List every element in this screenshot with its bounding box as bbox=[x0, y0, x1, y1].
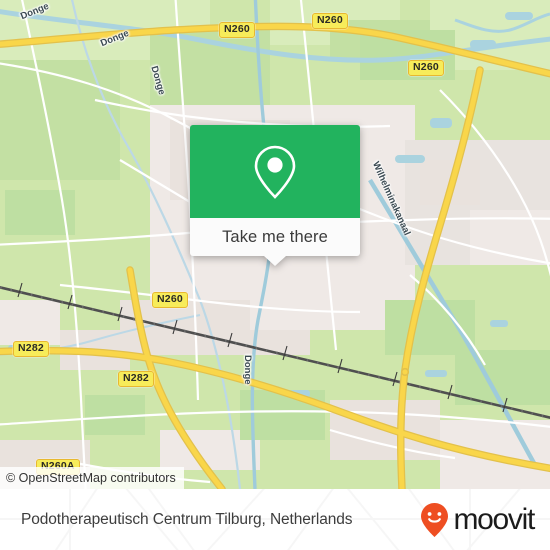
road-shield-n260[interactable]: N260 bbox=[219, 22, 255, 39]
footer-bar: Podotherapeutisch Centrum Tilburg, Nethe… bbox=[0, 489, 550, 550]
road-shield-n260[interactable]: N260 bbox=[312, 13, 348, 30]
moovit-smiley-pin-icon bbox=[421, 502, 449, 537]
attribution-text: © OpenStreetMap contributors bbox=[6, 471, 176, 485]
moovit-logo[interactable]: moovit bbox=[418, 501, 535, 539]
road-shield-n282[interactable]: N282 bbox=[13, 341, 49, 358]
take-me-there-label: Take me there bbox=[222, 227, 328, 246]
place-popup-card[interactable]: Take me there bbox=[190, 125, 360, 266]
map-screenshot: Donge Donge Donge Wilhelminakanaal Donge… bbox=[0, 0, 550, 550]
popup-action-bar[interactable]: Take me there bbox=[190, 218, 360, 256]
road-shield-n260[interactable]: N260 bbox=[152, 292, 188, 309]
map-pin-icon bbox=[254, 145, 296, 199]
map-canvas[interactable]: Donge Donge Donge Wilhelminakanaal Donge… bbox=[0, 0, 550, 489]
popup-pointer bbox=[264, 256, 286, 266]
map-attribution[interactable]: © OpenStreetMap contributors bbox=[0, 467, 184, 489]
place-title: Podotherapeutisch Centrum Tilburg, Nethe… bbox=[21, 510, 353, 528]
road-shield-n282[interactable]: N282 bbox=[118, 371, 154, 388]
moovit-wordmark: moovit bbox=[453, 502, 535, 536]
footer-content: Podotherapeutisch Centrum Tilburg, Nethe… bbox=[0, 489, 550, 550]
popup-icon-panel bbox=[190, 125, 360, 218]
road-shield-n260[interactable]: N260 bbox=[408, 60, 444, 77]
